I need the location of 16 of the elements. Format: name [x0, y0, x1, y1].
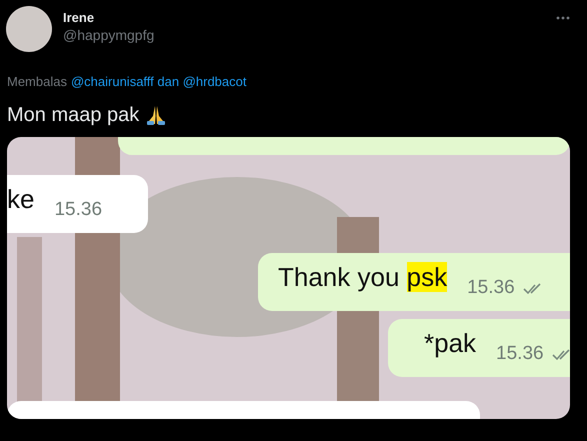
message-text: Thank you: [278, 262, 400, 292]
message-time: 15.36: [53, 199, 102, 221]
avatar[interactable]: [6, 6, 52, 52]
message-text: *pak: [424, 328, 476, 358]
tweet-text: Mon maap pak: [7, 104, 140, 126]
author-name[interactable]: Irene: [63, 10, 154, 25]
mention-link[interactable]: @chairunisafff dan @hrdbacot: [70, 74, 246, 89]
chat-screenshot[interactable]: ke 15.36 Thank you psk 15.36 *pak 15.36: [7, 137, 570, 419]
message-text: ke: [7, 184, 34, 214]
author-handle[interactable]: @happymgpfg: [63, 27, 154, 43]
more-options-icon[interactable]: [556, 16, 570, 20]
reply-label: Membalas: [7, 74, 67, 89]
praying-hands-icon: [145, 104, 168, 126]
message-time: 15.36: [466, 277, 515, 299]
message-time: 15.36: [495, 343, 544, 365]
highlighted-text: psk: [406, 262, 448, 292]
